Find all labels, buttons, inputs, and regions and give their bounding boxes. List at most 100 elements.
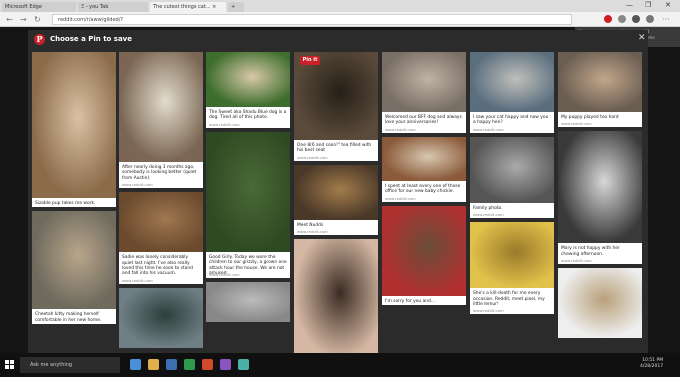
pinterest-logo-icon: P [34, 34, 45, 45]
pin-caption: Cheetah kitty making herself comfortable… [35, 312, 102, 323]
tab-microsoft-edge[interactable]: Microsoft Edge [2, 2, 76, 12]
pin-image [470, 136, 554, 203]
pin-caption: Family photo. [473, 205, 503, 211]
refresh-icon[interactable]: ↻ [34, 15, 41, 24]
pin-card[interactable]: She's a kill-death for me every occasion… [470, 222, 554, 315]
pin-source: www.reddit.com [561, 258, 592, 264]
minimize-button[interactable]: — [626, 1, 633, 9]
windows-start-icon[interactable] [5, 360, 15, 370]
pin-image [119, 52, 203, 162]
pin-image [294, 52, 378, 140]
pin-image [294, 239, 378, 360]
pin-card[interactable]: Family photo. www.reddit.com [470, 136, 554, 219]
pin-source: www.reddit.com [297, 154, 328, 160]
pin-image [206, 282, 290, 322]
pin-card[interactable]: Pin it One 8(6 and soon!" tea filled with… [294, 52, 378, 161]
share-icon[interactable] [646, 15, 654, 23]
maximize-button[interactable]: ❐ [645, 1, 651, 9]
pin-card[interactable] [294, 239, 378, 360]
url-text: reddit.com/r/aww/gilded/? [58, 17, 124, 23]
pin-source: www.reddit.com [561, 121, 592, 127]
pin-card[interactable]: Sadie was lonely considerably quiet last… [119, 192, 203, 284]
pin-caption: I'm sorry for you and... [385, 298, 436, 304]
desktop-screen: Microsoft Edge Ξ - you Tab The cutest th… [0, 0, 680, 377]
pin-image [382, 205, 466, 296]
pin-caption: Mary is not happy with her chewing after… [561, 246, 620, 257]
pin-card[interactable]: Mary is not happy with her chewing after… [558, 131, 642, 265]
address-bar[interactable]: reddit.com/r/aww/gilded/? [52, 14, 572, 25]
pin-image [382, 52, 466, 112]
modal-title: Choose a Pin to save [50, 35, 132, 43]
pin-card[interactable]: Sizable pup takes me work. [32, 52, 116, 208]
close-window-button[interactable]: ✕ [665, 1, 671, 9]
tab-label: The cutest things cat... × [153, 4, 217, 10]
pin-caption: Sizable pup takes me work. [35, 201, 96, 206]
pin-card[interactable]: Welcomed our BFF dog and always love you… [382, 52, 466, 133]
taskbar-app-icon[interactable] [130, 359, 141, 370]
pin-source: www.reddit.com [122, 182, 153, 188]
windows-taskbar: Ask me anything 10:51 PM 4/28/2017 [0, 353, 680, 377]
taskbar-app-icon[interactable] [166, 359, 177, 370]
pin-caption: The Sweet aka Shadu Blue dog is a dog. T… [209, 110, 287, 121]
pin-card[interactable]: I'm sorry for you and... [382, 205, 466, 305]
reading-list-icon[interactable] [618, 15, 626, 23]
pin-card[interactable] [119, 287, 203, 348]
tab-label: Ξ - you Tab [81, 4, 109, 10]
modal-header: P Choose a Pin to save ✕ [28, 30, 648, 50]
new-tab-button[interactable]: + [228, 2, 244, 12]
taskbar-app-icon[interactable] [184, 359, 195, 370]
search-placeholder: Ask me anything [30, 362, 73, 368]
taskbar-app-icon[interactable] [202, 359, 213, 370]
pin-image [294, 164, 378, 220]
pin-caption: My puppy played too hard [561, 115, 619, 120]
clock-date: 4/28/2017 [640, 364, 664, 369]
pin-source: www.reddit.com [209, 121, 240, 127]
pin-caption: Meet Nudds [297, 222, 324, 228]
taskbar-app-icon[interactable] [148, 359, 159, 370]
pin-caption: After nearly doing 3 months ago, somebod… [122, 165, 197, 181]
pin-source: www.reddit.com [385, 195, 416, 201]
pin-image [470, 222, 554, 289]
system-clock[interactable]: 10:51 PM 4/28/2017 [640, 358, 663, 370]
pin-caption: Sadie was lonely considerably quiet last… [122, 255, 193, 277]
back-arrow-icon[interactable]: ← [6, 15, 13, 24]
pin-image [32, 52, 116, 198]
pin-card[interactable]: Cheetah kitty making herself comfortable… [32, 211, 116, 325]
pin-image [206, 131, 290, 252]
pin-chooser-modal: P Choose a Pin to save ✕ Sizable pup tak… [28, 30, 648, 360]
taskbar-search-box[interactable]: Ask me anything [20, 357, 120, 373]
taskbar-app-icon[interactable] [238, 359, 249, 370]
pinterest-extension-icon[interactable] [604, 15, 612, 23]
plus-icon: + [231, 4, 236, 10]
pin-source: www.reddit.com [473, 212, 504, 218]
pin-source: www.reddit.com [297, 229, 328, 235]
more-menu-icon[interactable]: ··· [662, 15, 670, 24]
pin-card[interactable]: I saw your cat happy and now you a happy… [470, 52, 554, 133]
tab-label: Microsoft Edge [5, 4, 42, 10]
pin-source: www.reddit.com [122, 277, 153, 283]
pin-source: www.reddit.com [209, 271, 240, 277]
notes-icon[interactable] [632, 15, 640, 23]
pin-card[interactable] [558, 268, 642, 339]
pin-it-button[interactable]: Pin it [300, 56, 320, 65]
browser-tab-bar: Microsoft Edge Ξ - you Tab The cutest th… [0, 0, 680, 12]
pin-card[interactable]: My puppy played too hard www.reddit.com [558, 52, 642, 128]
pin-card[interactable]: The Sweet aka Shadu Blue dog is a dog. T… [206, 52, 290, 128]
pin-image [119, 192, 203, 253]
pin-image [470, 52, 554, 112]
pin-card[interactable] [206, 282, 290, 322]
pin-card[interactable]: Meet Nudds www.reddit.com [294, 164, 378, 236]
pin-card[interactable]: Good Girly. Today we wore the children t… [206, 131, 290, 278]
pin-caption: I spent at least every one of those offi… [385, 183, 461, 195]
forward-arrow-icon[interactable]: → [20, 15, 27, 24]
tab-you-tab[interactable]: Ξ - you Tab [78, 2, 148, 12]
taskbar-app-icon[interactable] [220, 359, 231, 370]
pin-image [558, 131, 642, 244]
tab-active[interactable]: The cutest things cat... × [150, 2, 226, 12]
pin-image [558, 52, 642, 112]
browser-nav-bar: ← → ↻ reddit.com/r/aww/gilded/? ··· [0, 12, 680, 27]
pin-image [382, 136, 466, 181]
pin-card[interactable]: I spent at least every one of those offi… [382, 136, 466, 202]
close-icon[interactable]: ✕ [638, 33, 646, 43]
pin-card[interactable]: After nearly doing 3 months ago, somebod… [119, 52, 203, 189]
